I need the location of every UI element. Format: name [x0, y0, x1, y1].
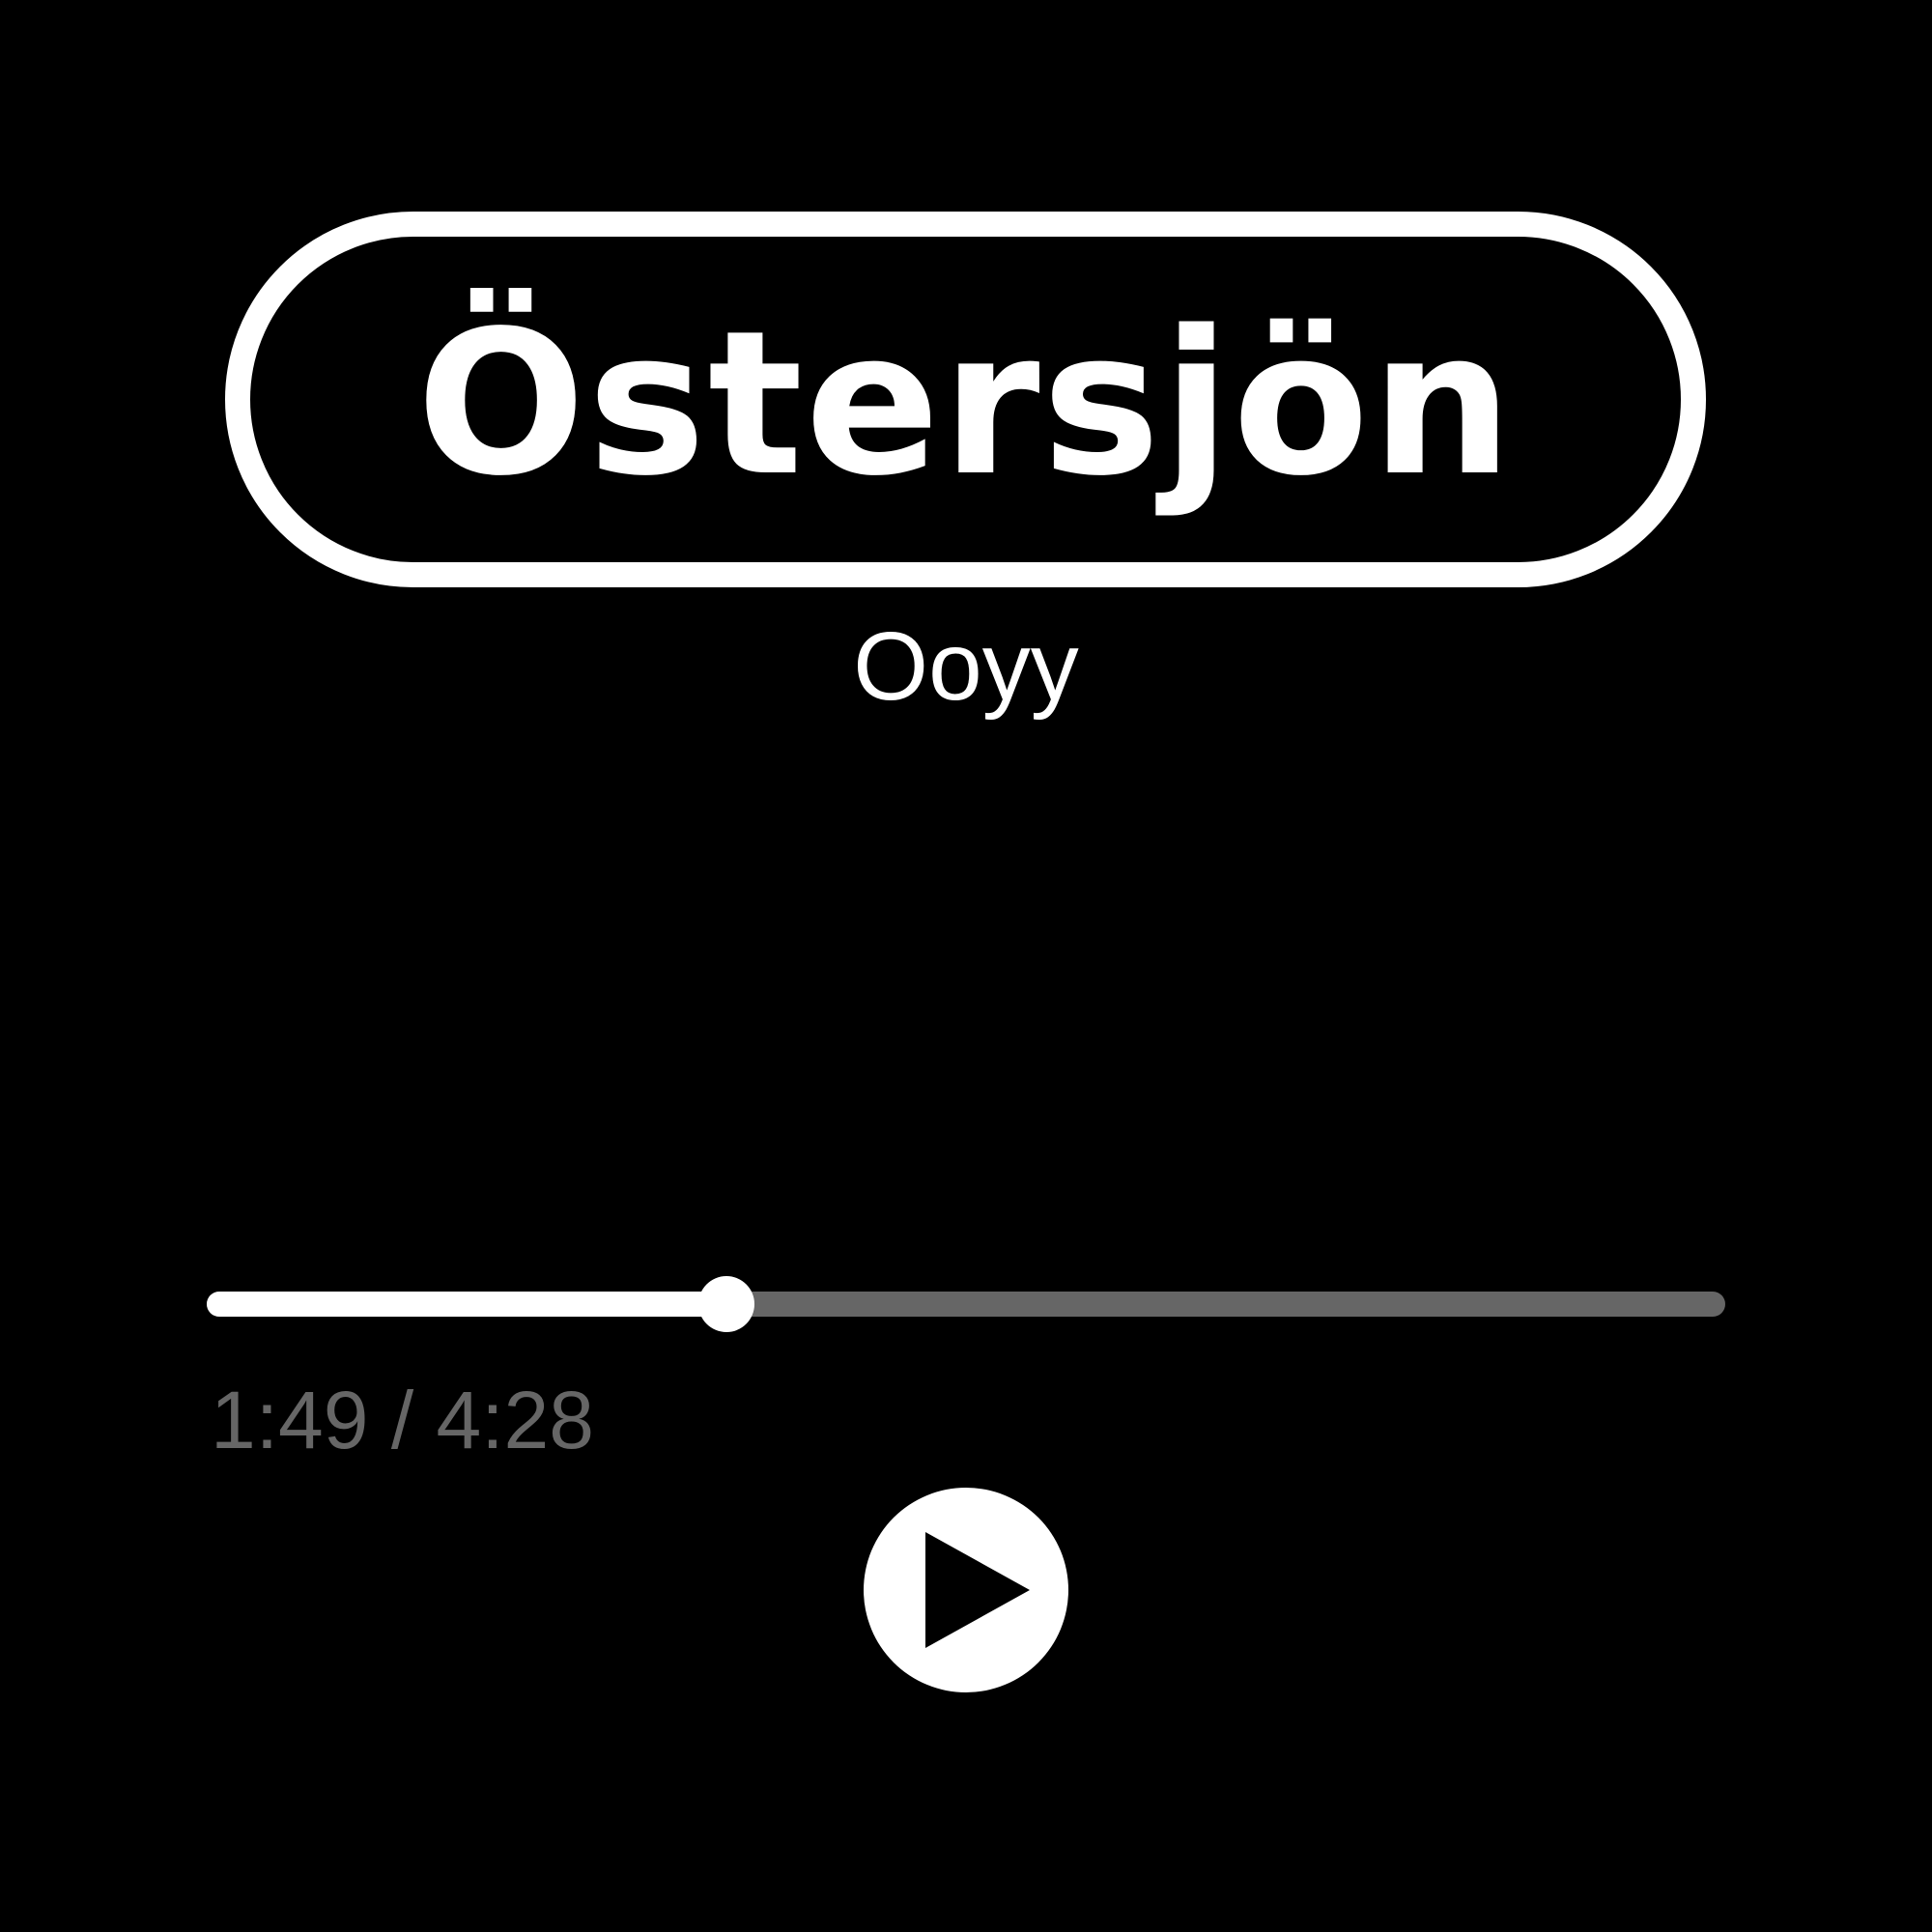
- progress-slider[interactable]: [207, 1273, 1725, 1335]
- time-display: 1:49 / 4:28: [211, 1375, 594, 1465]
- artist-name: Ooyy: [853, 612, 1079, 721]
- progress-fill: [207, 1292, 726, 1317]
- play-icon: [925, 1532, 1030, 1648]
- progress-knob[interactable]: [697, 1276, 754, 1332]
- play-button[interactable]: [864, 1488, 1068, 1692]
- track-title: Östersjön: [416, 287, 1515, 520]
- track-title-banner: Östersjön: [225, 212, 1706, 587]
